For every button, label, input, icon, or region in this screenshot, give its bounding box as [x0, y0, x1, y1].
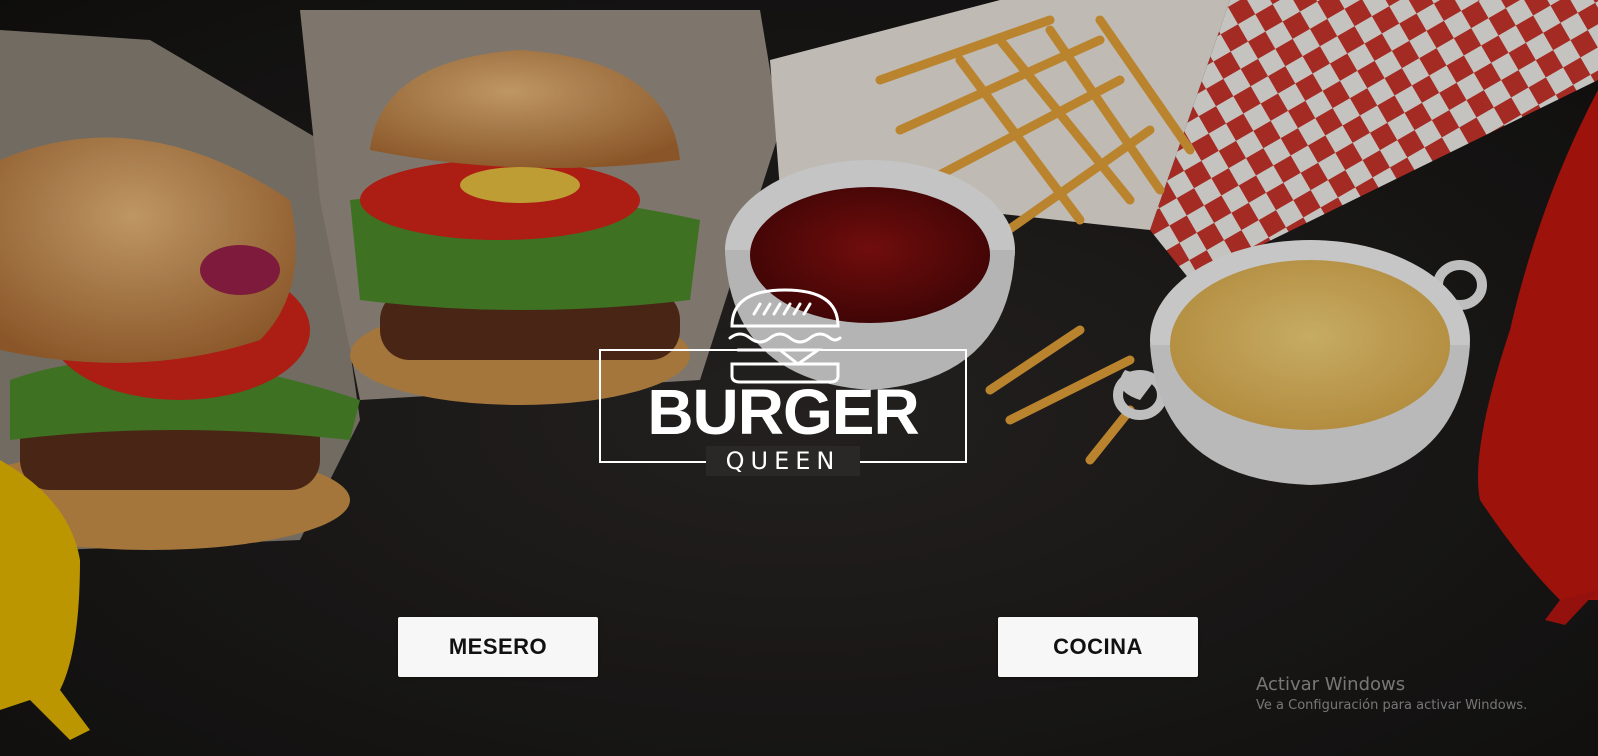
watermark-title: Activar Windows	[1256, 674, 1406, 695]
logo-brand-text: BURGER	[647, 376, 919, 448]
windows-activation-watermark: Activar Windows Ve a Configuración para …	[1256, 674, 1527, 713]
burger-queen-logo: BURGER QUEEN	[598, 284, 988, 484]
cocina-button[interactable]: COCINA	[998, 617, 1198, 677]
logo-sub-text: QUEEN	[706, 446, 860, 476]
burger-icon	[728, 288, 842, 384]
watermark-subtitle: Ve a Configuración para activar Windows.	[1256, 698, 1528, 713]
mesero-button[interactable]: MESERO	[398, 617, 598, 677]
